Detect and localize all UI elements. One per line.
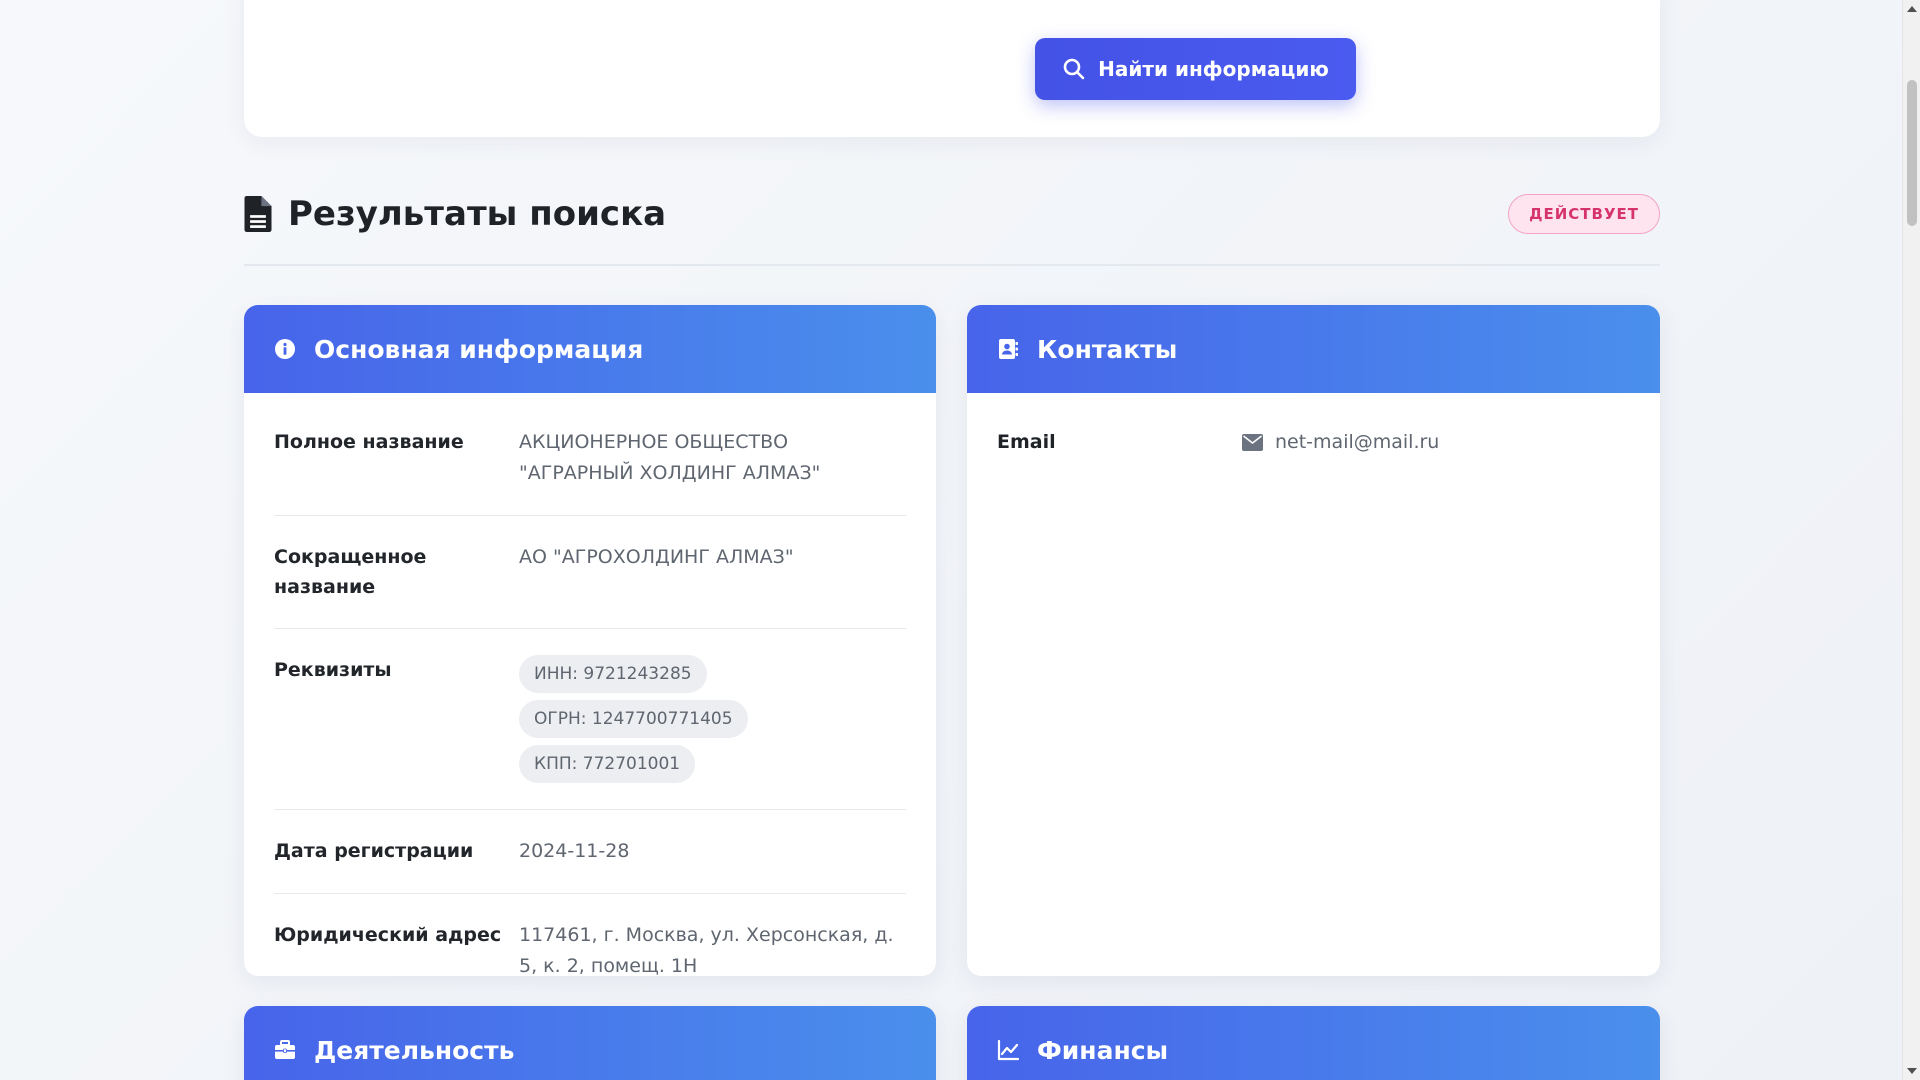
reg-date-label: Дата регистрации bbox=[274, 840, 474, 862]
email-label: Email bbox=[997, 431, 1056, 453]
inn-chip: ИНН: 9721243285 bbox=[519, 655, 707, 693]
status-badge: ДЕЙСТВУЕТ bbox=[1508, 194, 1660, 234]
address-row: Юридический адрес 117461, г. Москва, ул.… bbox=[274, 894, 906, 976]
scroll-thumb[interactable] bbox=[1907, 80, 1917, 226]
short-name-value: АО "АГРОХОЛДИНГ АЛМАЗ" bbox=[519, 546, 794, 568]
page: Найти информацию Результаты поиска ДЕЙСТ… bbox=[0, 0, 1920, 1080]
contacts-title: Контакты bbox=[1037, 334, 1178, 364]
basic-info-body: Полное название АКЦИОНЕРНОЕ ОБЩЕСТВО "АГ… bbox=[244, 393, 936, 976]
finance-card-header: Финансы bbox=[967, 1006, 1660, 1080]
ogrn-chip: ОГРН: 1247700771405 bbox=[519, 700, 748, 738]
activity-card-header: Деятельность bbox=[244, 1006, 936, 1080]
full-name-row: Полное название АКЦИОНЕРНОЕ ОБЩЕСТВО "АГ… bbox=[274, 415, 906, 516]
finance-card: Финансы bbox=[967, 1006, 1660, 1080]
email-value-wrap: net-mail@mail.ru bbox=[1242, 427, 1439, 457]
page-scrollbar[interactable] bbox=[1902, 0, 1920, 1080]
requisites-row: Реквизиты ИНН: 9721243285 ОГРН: 12477007… bbox=[274, 629, 906, 810]
find-info-button[interactable]: Найти информацию bbox=[1035, 38, 1356, 100]
requisites-label: Реквизиты bbox=[274, 659, 392, 681]
find-info-button-label: Найти информацию bbox=[1098, 57, 1329, 81]
full-name-value: АКЦИОНЕРНОЕ ОБЩЕСТВО "АГРАРНЫЙ ХОЛДИНГ А… bbox=[519, 431, 821, 484]
results-header: Результаты поиска ДЕЙСТВУЕТ bbox=[244, 192, 1660, 266]
file-document-icon bbox=[244, 196, 272, 232]
address-value: 117461, г. Москва, ул. Херсонская, д. 5,… bbox=[519, 924, 894, 976]
activity-title: Деятельность bbox=[314, 1035, 515, 1065]
envelope-icon bbox=[1242, 433, 1263, 451]
finance-title: Финансы bbox=[1037, 1035, 1169, 1065]
basic-info-title: Основная информация bbox=[314, 334, 644, 364]
full-name-label: Полное название bbox=[274, 431, 464, 453]
scroll-up-arrow[interactable] bbox=[1907, 6, 1917, 12]
contacts-card: Контакты Email net-mail@mail.ru bbox=[967, 305, 1660, 976]
basic-info-card-header: Основная информация bbox=[244, 305, 936, 393]
search-icon bbox=[1063, 58, 1085, 80]
scroll-down-arrow[interactable] bbox=[1907, 1068, 1917, 1074]
reg-date-row: Дата регистрации 2024-11-28 bbox=[274, 810, 906, 894]
contacts-body: Email net-mail@mail.ru bbox=[967, 393, 1660, 457]
basic-info-card: Основная информация Полное название АКЦИ… bbox=[244, 305, 936, 976]
email-link[interactable]: net-mail@mail.ru bbox=[1275, 427, 1439, 457]
results-title-text: Результаты поиска bbox=[288, 194, 667, 234]
requisites-chips: ИНН: 9721243285 ОГРН: 1247700771405 КПП:… bbox=[519, 655, 906, 783]
briefcase-icon bbox=[275, 1040, 295, 1059]
results-title: Результаты поиска bbox=[244, 192, 666, 236]
short-name-label: Сокращенное название bbox=[274, 546, 427, 598]
address-label: Юридический адрес bbox=[274, 924, 502, 946]
activity-card: Деятельность bbox=[244, 1006, 936, 1080]
address-book-icon bbox=[999, 339, 1018, 359]
email-row: Email net-mail@mail.ru bbox=[997, 415, 1630, 457]
chart-line-icon bbox=[997, 1039, 1019, 1061]
search-card: Найти информацию bbox=[244, 0, 1660, 137]
contacts-card-header: Контакты bbox=[967, 305, 1660, 393]
short-name-row: Сокращенное название АО "АГРОХОЛДИНГ АЛМ… bbox=[274, 516, 906, 629]
info-circle-icon bbox=[275, 339, 295, 359]
reg-date-value: 2024-11-28 bbox=[519, 840, 630, 862]
kpp-chip: КПП: 772701001 bbox=[519, 745, 696, 783]
